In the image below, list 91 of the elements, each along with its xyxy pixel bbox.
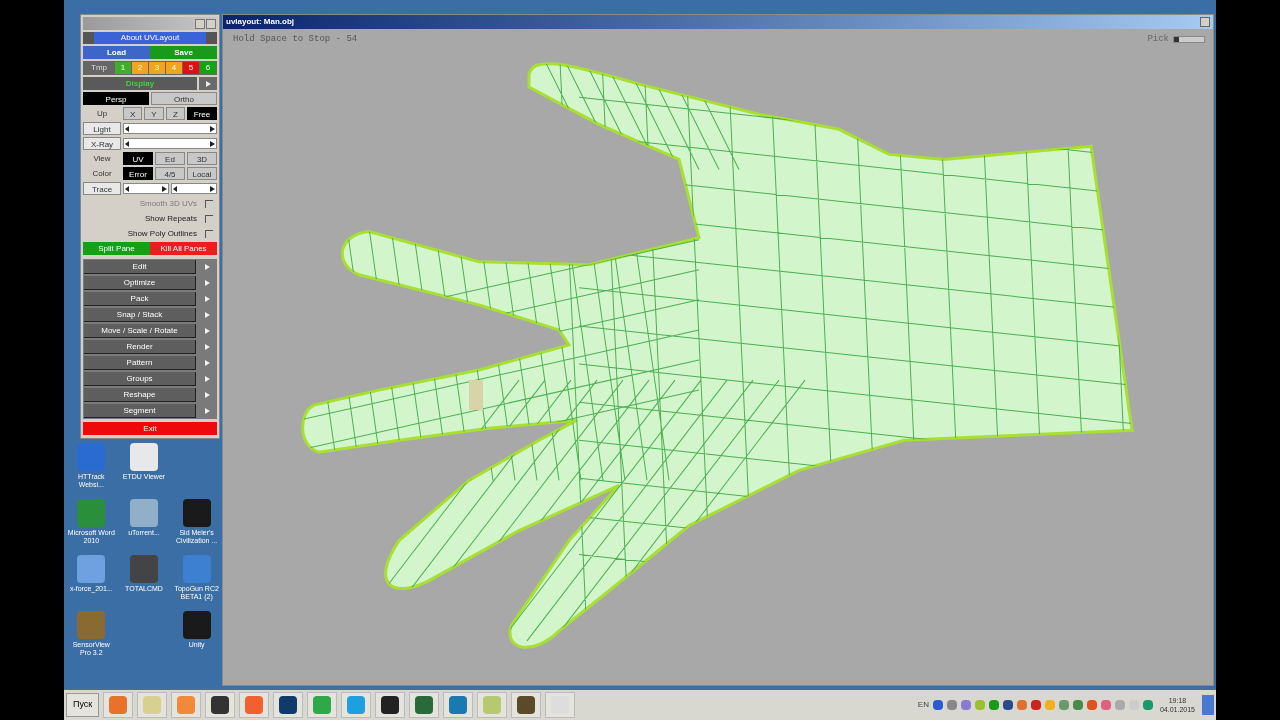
menu-button[interactable]: Move / Scale / Rotate (84, 324, 196, 338)
expand-arrow-icon[interactable] (204, 376, 210, 382)
color-label: Color (91, 167, 113, 180)
expand-arrow-icon[interactable] (204, 408, 210, 414)
slider-track[interactable] (123, 138, 217, 149)
expand-arrow-icon[interactable] (204, 296, 210, 302)
expand-arrow-icon[interactable] (204, 280, 210, 286)
arrow-right-icon[interactable] (162, 185, 167, 192)
pick-label: Pick (1147, 33, 1169, 46)
view-label: View (92, 152, 112, 165)
arrow-left-icon[interactable] (125, 125, 130, 132)
window-title: uvlayout: Man.obj (226, 16, 294, 28)
language-indicator[interactable]: EN (917, 699, 929, 711)
expand-arrow-icon[interactable] (204, 344, 210, 350)
toggle-option[interactable]: Persp (83, 92, 149, 105)
arrow-right-icon[interactable] (210, 185, 215, 192)
trace-button[interactable]: Trace (83, 182, 121, 195)
tray-icon[interactable] (1142, 700, 1153, 710)
kill-panes-button[interactable]: Kill All Panes (150, 242, 217, 255)
tray-icon[interactable] (988, 700, 999, 710)
expand-arrow-icon[interactable] (204, 328, 210, 334)
arrow-left-icon[interactable] (125, 140, 130, 147)
status-text: Hold Space to Stop - 54 (233, 33, 358, 46)
desktop-icon[interactable] (182, 611, 211, 639)
exit-button[interactable]: Exit (83, 422, 217, 435)
desktop-icon[interactable] (182, 499, 211, 527)
save-button[interactable]: Save (150, 46, 217, 59)
minimize-button[interactable] (195, 18, 205, 29)
temp-slot-button[interactable]: 5 (183, 62, 199, 74)
toggle-option[interactable]: Error (123, 167, 153, 180)
arrow-left-icon[interactable] (125, 185, 130, 192)
toggle-option[interactable]: Ed (155, 152, 185, 165)
triangle-icon (205, 80, 211, 87)
slider-track[interactable] (123, 123, 217, 134)
toggle-option[interactable]: 3D (187, 152, 217, 165)
expand-button[interactable] (199, 77, 217, 90)
menu-button[interactable]: Optimize (84, 276, 196, 290)
expand-arrow-icon[interactable] (204, 312, 210, 318)
taskbar-button[interactable] (205, 692, 236, 718)
load-button[interactable]: Load (83, 46, 150, 59)
trace-field[interactable] (123, 183, 169, 194)
toggle-option[interactable]: UV (123, 152, 153, 165)
start-button[interactable]: Пуск (66, 693, 100, 717)
toggle-option[interactable]: Ortho (151, 92, 217, 105)
tray-icon[interactable] (1030, 700, 1041, 710)
panel-title-bar[interactable] (83, 17, 217, 30)
tray-icon[interactable] (960, 700, 971, 710)
trace-field[interactable] (171, 183, 217, 194)
toggle-option[interactable]: 4/5 (155, 167, 185, 180)
tray-icon[interactable] (1072, 700, 1083, 710)
slider-label-button[interactable]: Light (83, 122, 121, 135)
tray-icon[interactable] (1086, 700, 1097, 710)
pick-slider-track[interactable] (1173, 36, 1205, 44)
menu-button[interactable]: Reshape (84, 388, 196, 402)
slider-label-button[interactable]: X-Ray (83, 137, 121, 150)
checkbox-label: Show Poly Outlines (127, 227, 197, 240)
toggle-option[interactable]: Y (144, 107, 164, 120)
tray-icon[interactable] (932, 700, 943, 710)
arrow-right-icon[interactable] (210, 140, 215, 147)
display-button[interactable]: Display (83, 77, 197, 90)
arrow-left-icon[interactable] (173, 185, 178, 192)
close-button[interactable] (1200, 17, 1210, 27)
menu-button[interactable]: Groups (84, 372, 196, 386)
toggle-option[interactable]: Local (187, 167, 217, 180)
taskbar-button[interactable] (511, 692, 542, 718)
taskbar-button[interactable] (273, 692, 304, 718)
menu-button[interactable]: Snap / Stack (84, 308, 196, 322)
tmp-label: Tmp (90, 62, 108, 74)
expand-arrow-icon[interactable] (204, 264, 210, 270)
menu-button[interactable]: Edit (84, 260, 196, 274)
checkbox-label: Show Repeats (144, 212, 197, 225)
tray-icon[interactable] (1002, 700, 1013, 710)
expand-arrow-icon[interactable] (204, 392, 210, 398)
toggle-option[interactable]: Z (165, 107, 185, 120)
toggle-option[interactable]: X (123, 107, 143, 120)
menu-button[interactable]: Segment (84, 404, 196, 418)
close-button[interactable] (206, 18, 216, 29)
checkbox-label: Smooth 3D UVs (139, 197, 197, 210)
window-title-bar[interactable]: uvlayout: Man.obj (223, 15, 1213, 29)
toggle-option[interactable]: Free (187, 107, 217, 120)
temp-slot-button[interactable]: 6 (200, 62, 216, 74)
arrow-right-icon[interactable] (210, 125, 215, 132)
split-pane-button[interactable]: Split Pane (83, 242, 150, 255)
desktop-icon[interactable] (77, 555, 106, 583)
about-button[interactable]: About UVLayout (94, 32, 206, 44)
menu-button[interactable]: Render (84, 340, 196, 354)
expand-arrow-icon[interactable] (204, 360, 210, 366)
taskbar-button[interactable] (375, 692, 406, 718)
menu-button[interactable]: Pack (84, 292, 196, 306)
up-label: Up (95, 107, 109, 120)
menu-button[interactable]: Pattern (84, 356, 196, 370)
